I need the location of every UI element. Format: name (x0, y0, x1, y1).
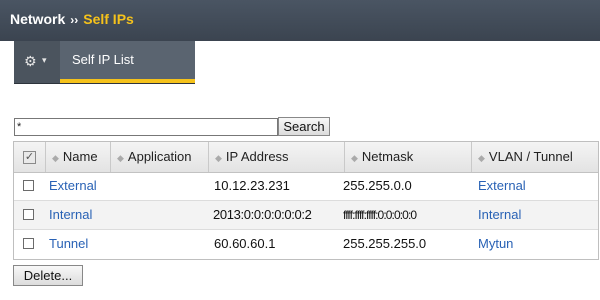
search-button[interactable]: Search (278, 117, 330, 136)
row-checkbox[interactable] (23, 209, 34, 220)
select-all-header: ✓ (14, 142, 46, 172)
sort-icon: ◆ (215, 153, 222, 163)
column-label: VLAN / Tunnel (488, 149, 573, 164)
column-header-ip-address[interactable]: ◆ IP Address (209, 142, 345, 172)
column-header-application[interactable]: ◆ Application (111, 142, 209, 172)
column-header-vlan-tunnel[interactable]: ◆ VLAN / Tunnel (472, 142, 598, 172)
column-header-netmask[interactable]: ◆ Netmask (345, 142, 472, 172)
sort-icon: ◆ (478, 153, 485, 163)
row-vlan-link[interactable]: Internal (478, 201, 521, 229)
breadcrumb-current-page: Self IPs (83, 11, 134, 27)
row-name-link[interactable]: Internal (49, 201, 92, 229)
chevron-down-icon: ▾ (42, 55, 47, 65)
column-label: Netmask (361, 149, 414, 164)
row-ip-address: 2013:0:0:0:0:0:0:2 (213, 207, 312, 222)
top-header-bar: Network ›› Self IPs (0, 0, 600, 41)
row-netmask: 255.255.255.0 (343, 236, 427, 251)
gear-icon: ⚙ (24, 53, 37, 69)
table-header: ✓ ◆ Name ◆ Application ◆ IP Address ◆ Netmas… (14, 142, 598, 173)
row-ip-address: 60.60.60.1 (214, 236, 276, 251)
row-ip-address: 10.12.23.231 (214, 178, 290, 193)
tab-strip: ⚙ ▾ Self IP List (14, 41, 195, 84)
tab-label: Self IP List (72, 52, 134, 67)
breadcrumb-network[interactable]: Network (10, 11, 65, 27)
row-netmask: ffff:ffff:ffff:0:0:0:0:0 (343, 208, 417, 222)
table-row: Tunnel 60.60.60.1 255.255.255.0 Mytun (14, 230, 598, 259)
row-name-link[interactable]: External (49, 172, 97, 200)
row-vlan-link[interactable]: Mytun (478, 230, 513, 258)
sort-icon: ◆ (52, 153, 59, 163)
breadcrumb-separator: ›› (70, 13, 79, 27)
column-label: Name (62, 149, 98, 164)
sort-icon: ◆ (117, 153, 124, 163)
row-checkbox[interactable] (23, 180, 34, 191)
column-label: IP Address (225, 149, 289, 164)
gear-menu-button[interactable]: ⚙ ▾ (14, 41, 60, 83)
breadcrumb: Network ›› Self IPs (10, 11, 134, 27)
active-tab-indicator (60, 79, 195, 83)
delete-button[interactable]: Delete... (13, 265, 83, 286)
column-header-name[interactable]: ◆ Name (46, 142, 111, 172)
sort-icon: ◆ (351, 153, 358, 163)
table-row: Internal 2013:0:0:0:0:0:0:2 ffff:ffff:ff… (14, 201, 598, 230)
row-checkbox[interactable] (23, 238, 34, 249)
row-vlan-link[interactable]: External (478, 172, 526, 200)
column-label: Application (127, 149, 192, 164)
tab-self-ip-list[interactable]: Self IP List (60, 41, 195, 83)
search-input[interactable] (14, 118, 278, 136)
self-ip-table: ✓ ◆ Name ◆ Application ◆ IP Address ◆ Netmas… (13, 141, 599, 260)
row-name-link[interactable]: Tunnel (49, 230, 88, 258)
table-row: External 10.12.23.231 255.255.0.0 Extern… (14, 172, 598, 201)
select-all-checkbox[interactable]: ✓ (23, 151, 36, 164)
row-netmask: 255.255.0.0 (343, 178, 412, 193)
